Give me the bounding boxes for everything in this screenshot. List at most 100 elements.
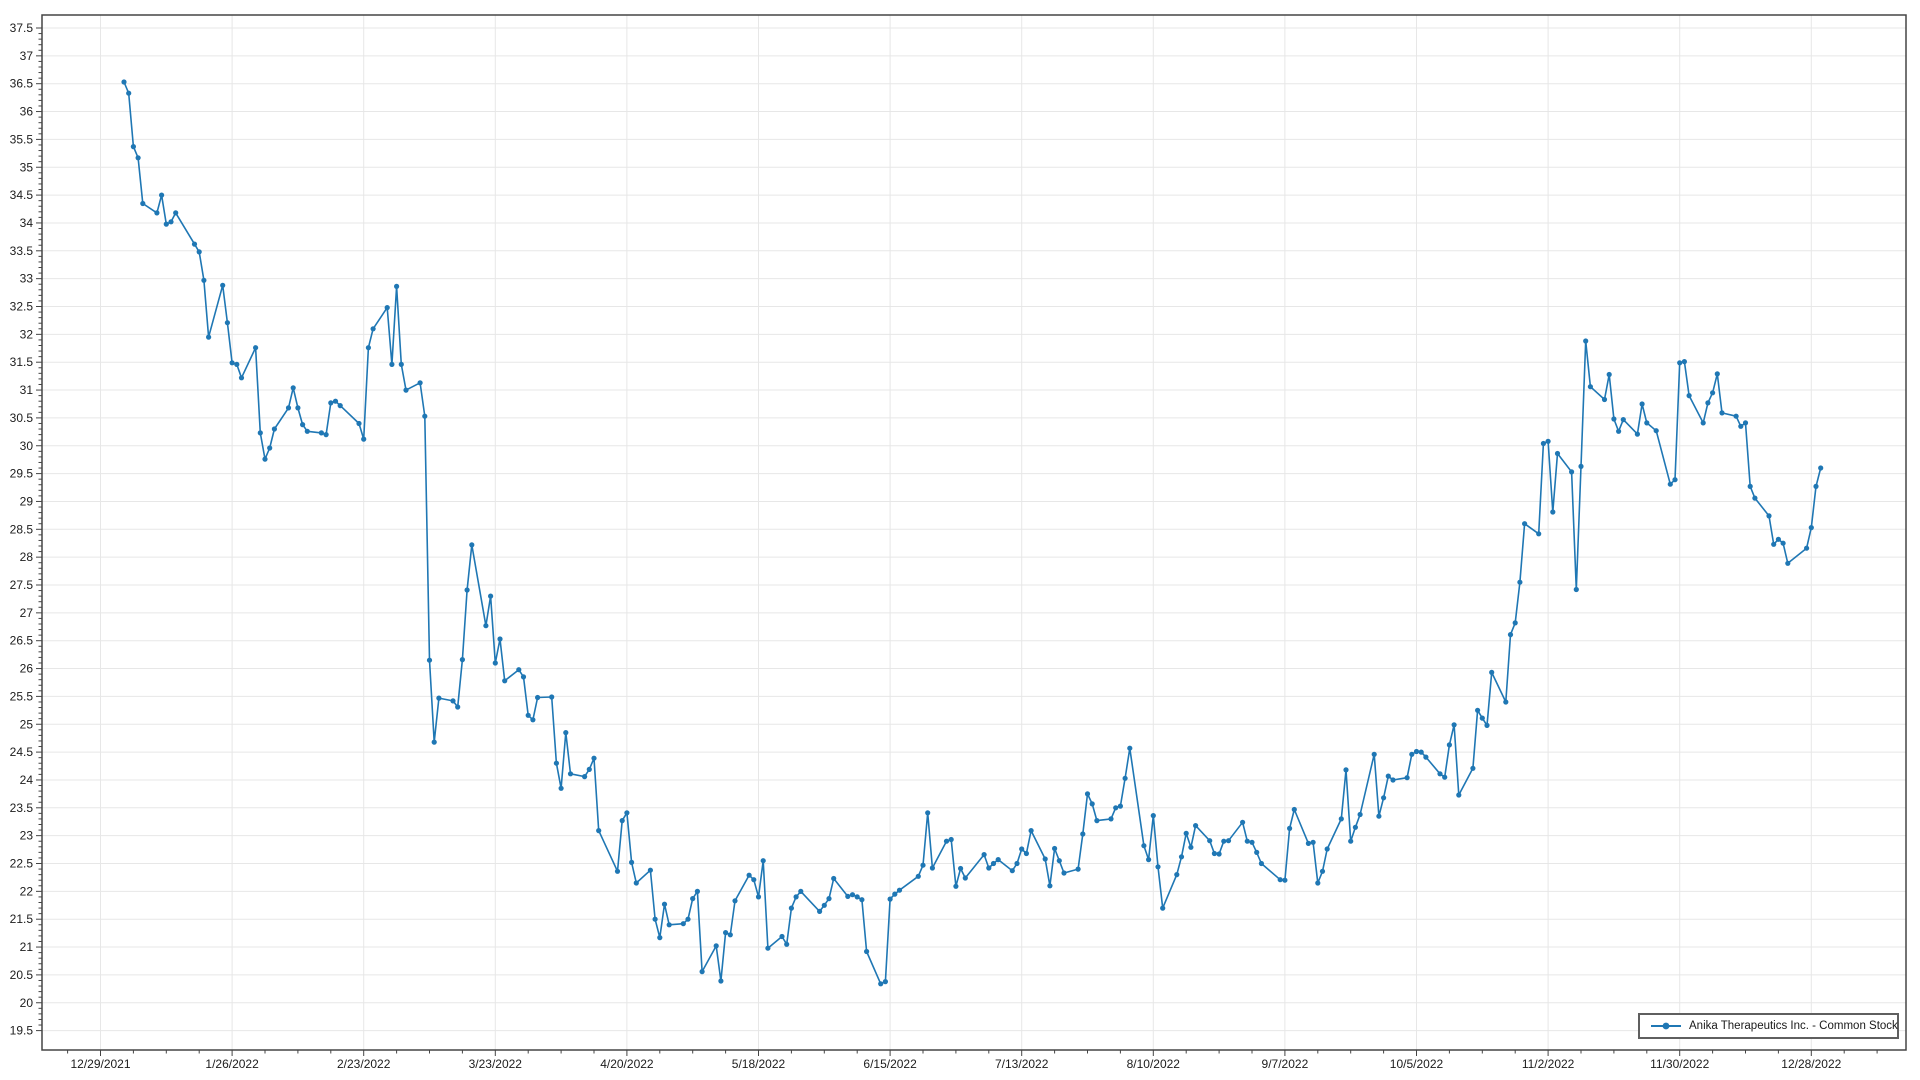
data-point [220, 283, 225, 288]
data-point [568, 771, 573, 776]
y-tick-label: 22 [20, 884, 34, 898]
data-point [1447, 742, 1452, 747]
data-point [779, 934, 784, 939]
data-point [563, 730, 568, 735]
data-point [690, 896, 695, 901]
data-point [1809, 525, 1814, 530]
data-point [493, 660, 498, 665]
data-point [126, 91, 131, 96]
data-point [1588, 384, 1593, 389]
data-point [526, 713, 531, 718]
page-background [0, 0, 1920, 1080]
data-point [996, 857, 1001, 862]
legend-line-marker-icon [1650, 1021, 1682, 1031]
data-point [817, 909, 822, 914]
data-point [1212, 851, 1217, 856]
y-tick-label: 26 [20, 662, 34, 676]
data-point [305, 429, 310, 434]
data-point [262, 457, 267, 462]
y-tick-label: 27.5 [10, 578, 34, 592]
data-point [1517, 580, 1522, 585]
stock-line-chart[interactable]: 19.52020.52121.52222.52323.52424.52525.5… [0, 0, 1920, 1080]
data-point [403, 388, 408, 393]
data-point [136, 155, 141, 160]
data-point [1193, 823, 1198, 828]
data-point [723, 930, 728, 935]
data-point [596, 828, 601, 833]
y-tick-label: 31 [20, 383, 34, 397]
data-point [418, 380, 423, 385]
y-tick-label: 24 [20, 773, 34, 787]
data-point [234, 362, 239, 367]
data-point [1743, 420, 1748, 425]
data-point [1014, 861, 1019, 866]
x-tick-label: 8/10/2022 [1127, 1057, 1181, 1071]
data-point [173, 210, 178, 215]
data-point [300, 422, 305, 427]
data-point [1419, 750, 1424, 755]
data-point [982, 852, 987, 857]
data-point [1306, 841, 1311, 846]
data-point [695, 889, 700, 894]
data-point [949, 837, 954, 842]
data-point [591, 756, 596, 761]
data-point [667, 922, 672, 927]
data-point [497, 636, 502, 641]
x-tick-label: 7/13/2022 [995, 1057, 1049, 1071]
data-point [239, 375, 244, 380]
data-point [681, 921, 686, 926]
data-point [295, 405, 300, 410]
data-point [1672, 477, 1677, 482]
data-point [1813, 484, 1818, 489]
y-tick-label: 25.5 [10, 689, 34, 703]
data-point [1282, 878, 1287, 883]
data-point [394, 284, 399, 289]
data-point [789, 906, 794, 911]
data-point [963, 875, 968, 880]
data-point [460, 657, 465, 662]
data-point [1771, 542, 1776, 547]
data-point [1254, 850, 1259, 855]
data-point [389, 362, 394, 367]
data-point [892, 892, 897, 897]
data-point [1151, 813, 1156, 818]
y-tick-label: 22.5 [10, 857, 34, 871]
data-point [859, 897, 864, 902]
data-point [1616, 429, 1621, 434]
data-point [1390, 777, 1395, 782]
data-point [1682, 359, 1687, 364]
data-point [455, 704, 460, 709]
data-point [1113, 805, 1118, 810]
y-tick-label: 33.5 [10, 244, 34, 258]
x-tick-label: 5/18/2022 [732, 1057, 786, 1071]
y-tick-label: 30 [20, 439, 34, 453]
legend-box[interactable]: Anika Therapeutics Inc. - Common Stock [1638, 1013, 1899, 1039]
data-point [516, 667, 521, 672]
y-tick-label: 35 [20, 160, 34, 174]
data-point [1484, 723, 1489, 728]
data-point [1108, 816, 1113, 821]
data-point [272, 426, 277, 431]
data-point [925, 810, 930, 815]
data-point [897, 888, 902, 893]
data-point [700, 969, 705, 974]
data-point [225, 320, 230, 325]
data-point [1710, 390, 1715, 395]
data-point [521, 674, 526, 679]
data-point [1522, 521, 1527, 526]
data-point [1541, 441, 1546, 446]
x-tick-label: 12/29/2021 [70, 1057, 130, 1071]
data-point [206, 335, 211, 340]
data-point [1766, 513, 1771, 518]
data-point [1245, 839, 1250, 844]
data-point [1339, 816, 1344, 821]
data-point [1372, 752, 1377, 757]
data-point [1085, 791, 1090, 796]
y-tick-label: 26.5 [10, 634, 34, 648]
data-point [399, 362, 404, 367]
data-point [559, 786, 564, 791]
data-point [1475, 708, 1480, 713]
data-point [1047, 883, 1052, 888]
data-point [615, 869, 620, 874]
data-point [1118, 804, 1123, 809]
